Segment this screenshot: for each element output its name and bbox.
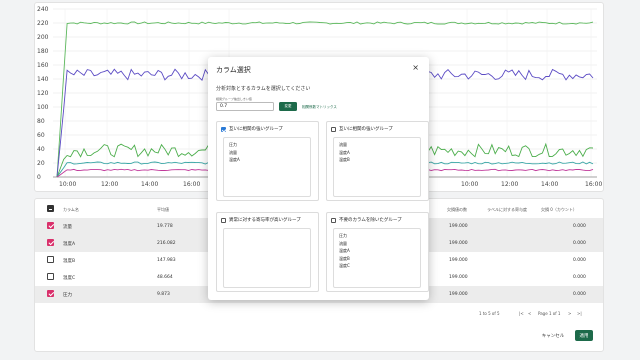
apply-button[interactable]: 適用	[575, 330, 593, 341]
header-contribution: ラベルに対する寄与度	[487, 207, 527, 212]
x-tick-label: 12:00	[501, 181, 518, 188]
x-tick-label: 16:00	[585, 181, 602, 188]
group-2-item: 温度B	[339, 157, 350, 162]
group-3-column-list	[223, 228, 311, 288]
row-missing-count: 199.000	[449, 241, 468, 246]
row-zero-count: 0.000	[573, 292, 586, 297]
header-zero-count: 欠損 0（カウント）	[541, 207, 577, 212]
group-4-item: 流量	[339, 240, 347, 246]
row-column-name: 圧力	[63, 293, 72, 298]
group-2-column-list: 流量 温度A 温度B	[333, 137, 421, 197]
y-tick-label: 180	[37, 48, 49, 55]
group-card-1[interactable]: 互いに相関の強いグループ 圧力 流量 温度A	[216, 121, 319, 201]
row-missing-count: 199.000	[449, 258, 468, 263]
column-select-modal: カラム選択 × 分析対象とするカラムを選択してください 相関グループ抽出しきい値…	[208, 57, 429, 300]
group-2-item: 温度A	[339, 149, 350, 155]
group-header-3: 異常に対する寄与率が高いグループ	[221, 217, 301, 223]
group-2-item: 流量	[339, 142, 347, 147]
row-average: 9.873	[157, 292, 170, 297]
row-checkbox[interactable]	[47, 256, 54, 263]
group-1-item: 温度A	[229, 157, 240, 162]
group-card-2[interactable]: 互いに相関の強いグループ 流量 温度A 温度B	[326, 121, 429, 201]
y-tick-label: 200	[37, 34, 49, 41]
y-tick-label: 20	[37, 160, 45, 167]
row-checkbox[interactable]	[47, 273, 54, 280]
y-tick-label: 120	[37, 90, 49, 97]
group-1-item: 圧力	[229, 142, 237, 147]
x-tick-label: 10:00	[59, 181, 76, 188]
pagination-range: 1 to 5 of 5	[479, 311, 500, 316]
y-tick-label: 240	[37, 6, 49, 13]
y-tick-label: 40	[37, 146, 45, 153]
row-column-name: 温度B	[63, 259, 76, 264]
threshold-label: 相関グループ抽出しきい値	[216, 97, 252, 101]
group-1-column-list: 圧力 流量 温度A	[223, 137, 311, 197]
row-zero-count: 0.000	[573, 224, 586, 229]
page-indicator: Page 1 of 1	[538, 311, 561, 316]
x-tick-label: 12:00	[101, 181, 118, 188]
row-missing-count: 199.000	[449, 275, 468, 280]
row-average: 19.778	[157, 224, 173, 229]
y-tick-label: 0	[37, 174, 41, 181]
group-4-title: 不要のカラムを除いたグループ	[339, 218, 402, 223]
group-1-title: 互いに相関の強いグループ	[229, 127, 283, 132]
header-column-name: カラム名	[63, 207, 79, 212]
modal-title: カラム選択	[216, 66, 251, 74]
cancel-button[interactable]: キャンセル	[535, 330, 571, 341]
group-2-checkbox[interactable]	[331, 126, 336, 132]
close-icon[interactable]: ×	[412, 63, 419, 72]
group-header-2: 互いに相関の強いグループ	[331, 126, 393, 132]
group-4-item: 圧力	[339, 233, 347, 238]
header-average: 平均値	[157, 207, 169, 212]
group-4-item: 温度C	[339, 263, 350, 268]
first-page-button[interactable]: |<	[519, 311, 524, 316]
x-tick-label: 14:00	[141, 181, 158, 188]
y-tick-label: 220	[37, 20, 49, 27]
row-average: 48.664	[157, 275, 173, 280]
row-average: 216.082	[157, 241, 176, 246]
row-zero-count: 0.000	[573, 241, 586, 246]
group-3-title: 異常に対する寄与率が高いグループ	[229, 218, 301, 223]
row-missing-count: 199.000	[449, 292, 468, 297]
group-header-1: 互いに相関の強いグループ	[221, 126, 283, 132]
threshold-input[interactable]: 0.7	[216, 102, 274, 111]
group-card-3[interactable]: 異常に対する寄与率が高いグループ	[216, 212, 319, 292]
y-tick-label: 140	[37, 76, 49, 83]
y-tick-label: 60	[37, 132, 45, 139]
group-4-item: 温度A	[339, 248, 350, 253]
y-tick-label: 160	[37, 62, 49, 69]
x-tick-label: 10:00	[461, 181, 478, 188]
select-all-checkbox[interactable]	[47, 205, 54, 212]
row-average: 147.983	[157, 258, 176, 263]
group-1-item: 流量	[229, 149, 237, 155]
modal-subtitle: 分析対象とするカラムを選択してください	[216, 86, 311, 92]
row-missing-count: 199.000	[449, 224, 468, 229]
change-button[interactable]: 変更	[279, 102, 297, 111]
row-zero-count: 0.000	[573, 275, 586, 280]
group-3-checkbox[interactable]	[221, 217, 226, 223]
x-tick-label: 14:00	[541, 181, 558, 188]
row-checkbox[interactable]	[47, 239, 54, 246]
group-4-item: 温度B	[339, 255, 350, 261]
prev-page-button[interactable]: <	[528, 311, 531, 316]
row-zero-count: 0.000	[573, 258, 586, 263]
row-column-name: 温度C	[63, 276, 76, 281]
y-tick-label: 100	[37, 104, 49, 111]
y-tick-label: 80	[37, 118, 45, 125]
row-column-name: 流量	[63, 225, 72, 230]
row-checkbox[interactable]	[47, 290, 54, 297]
group-card-4[interactable]: 不要のカラムを除いたグループ 圧力 流量 温度A 温度B 温度C	[326, 212, 429, 292]
x-tick-label: 16:00	[183, 181, 200, 188]
header-missing-count: 欠損値の数	[447, 207, 467, 212]
group-4-checkbox[interactable]	[331, 217, 336, 223]
row-column-name: 温度A	[63, 242, 76, 247]
group-2-title: 互いに相関の強いグループ	[339, 127, 393, 132]
last-page-button[interactable]: >|	[577, 311, 582, 316]
group-4-column-list: 圧力 流量 温度A 温度B 温度C	[333, 228, 421, 288]
group-1-checkbox[interactable]	[221, 126, 226, 132]
correlation-matrix-link[interactable]: 相関係数マトリックス	[302, 105, 337, 110]
row-checkbox[interactable]	[47, 222, 54, 229]
group-header-4: 不要のカラムを除いたグループ	[331, 217, 402, 223]
next-page-button[interactable]: >	[568, 311, 571, 316]
